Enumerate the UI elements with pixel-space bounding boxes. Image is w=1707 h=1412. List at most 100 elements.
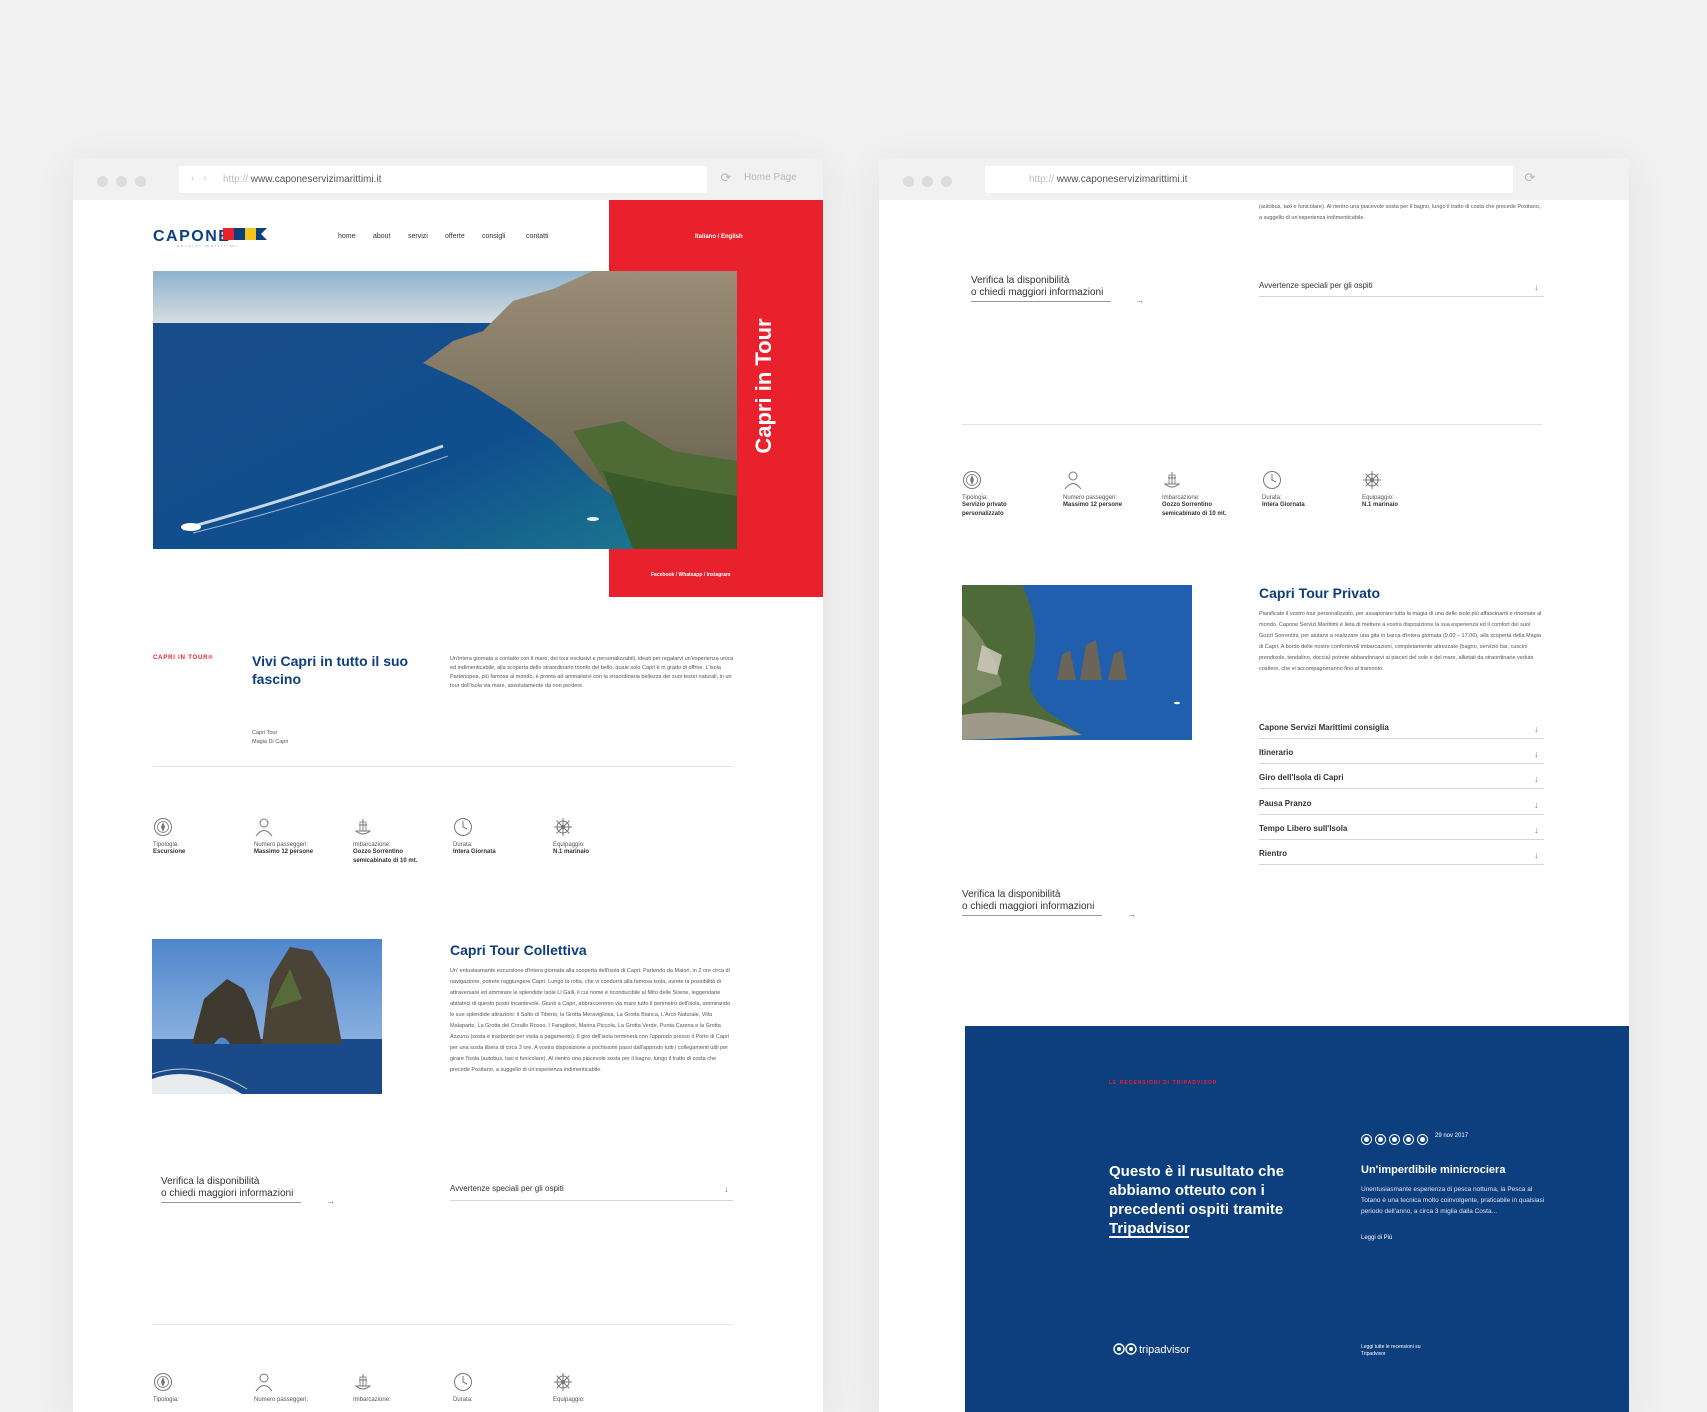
address-bar[interactable]: http:// www.caponeservizimarittimi.it: [985, 166, 1513, 193]
language-switch[interactable]: Italiano / English: [695, 234, 743, 240]
info-passeggeri-2: Numero passeggeri:: [254, 1372, 344, 1403]
arrow-right-icon[interactable]: →: [1127, 909, 1136, 919]
review-title: Un'imperdibile minicrociera: [1361, 1164, 1506, 1176]
minimize-dot[interactable]: [922, 176, 933, 187]
divider: [153, 766, 733, 767]
rating-dot-icon: [1417, 1134, 1428, 1145]
menu-consigli[interactable]: consigli: [482, 233, 505, 240]
divider: [1259, 296, 1544, 297]
accordion-item-rientro[interactable]: Rientro: [1259, 849, 1287, 858]
read-more-link[interactable]: Leggi di Più: [1361, 1235, 1392, 1241]
verify-link[interactable]: Verifica la disponibilità o chiedi maggi…: [161, 1176, 293, 1200]
menu-servizi[interactable]: servizi: [408, 233, 428, 240]
chevron-down-icon[interactable]: ↓: [724, 1184, 729, 1194]
flag-icon: [256, 228, 267, 240]
accordion-item-giro[interactable]: Giro dell'Isola di Capri: [1259, 773, 1344, 782]
address-bar[interactable]: ‹ › http:// www.caponeservizimarittimi.i…: [179, 166, 707, 193]
accordion-item-itinerario[interactable]: Itinerario: [1259, 748, 1293, 757]
close-dot[interactable]: [903, 176, 914, 187]
info-equipaggio: Equipaggio: N.1 marinaio: [1362, 470, 1452, 510]
arrow-right-icon[interactable]: →: [326, 1196, 335, 1206]
maximize-dot[interactable]: [135, 176, 146, 187]
menu-about[interactable]: about: [373, 233, 391, 240]
verify-link-2[interactable]: Verifica la disponibilità o chiedi maggi…: [962, 889, 1094, 913]
compass-icon: [963, 471, 981, 489]
helm-icon: [1363, 471, 1381, 489]
info-label: Numero passeggeri:: [254, 1397, 309, 1403]
flag-icon: [234, 228, 245, 240]
compass-icon: [154, 818, 172, 836]
divider: [450, 1200, 733, 1201]
accordion-item-tempo-libero[interactable]: Tempo Libero sull'Isola: [1259, 824, 1347, 833]
rating-stars: [1361, 1132, 1431, 1150]
all-reviews-link[interactable]: Leggi tutte le recensioni su Tripadvisor: [1361, 1344, 1441, 1358]
reviews-section: LE RECENSIONI DI TRIPADVISOR Questo è il…: [965, 1026, 1629, 1412]
chevron-down-icon[interactable]: ↓: [1534, 774, 1539, 784]
info-durata: Durata: Intera Giornata: [1262, 470, 1352, 510]
info-label: Imbarcazione:: [353, 1397, 391, 1403]
info-label: Tipologia:: [153, 1397, 179, 1403]
tripadvisor-logo[interactable]: tripadvisor: [1139, 1344, 1190, 1356]
person-icon: [255, 1373, 273, 1392]
intro-sub-1: Capri Tour: [252, 730, 278, 736]
menu-contatti[interactable]: contatti: [526, 233, 549, 240]
chevron-down-icon[interactable]: ↓: [1534, 749, 1539, 759]
tab-label[interactable]: Home Page: [744, 172, 797, 183]
info-value: Massimo 12 persone: [1063, 502, 1123, 508]
info-value: Intera Giornata: [1262, 502, 1305, 508]
collettiva-title: Capri Tour Collettiva: [450, 942, 587, 958]
info-value: N.1 marinaio: [553, 849, 590, 855]
avvertenze-label[interactable]: Avvertenze speciali per gli ospiti: [450, 1184, 564, 1193]
reload-icon[interactable]: ⟳: [1523, 171, 1537, 185]
info-value: Gozzo Sorrentino semicabinato di 10 mt.: [1162, 502, 1227, 517]
url: http:// www.caponeservizimarittimi.it: [1029, 174, 1188, 185]
verify-line-1: Verifica la disponibilità: [161, 1176, 260, 1187]
page-content: (autobus, taxi e funicolare). Al rientro…: [879, 200, 1629, 1412]
rating-dot-icon: [1375, 1134, 1386, 1145]
boat-icon: [1163, 472, 1181, 488]
intro-text: Un'intera giornata a contatto con il mar…: [450, 656, 734, 689]
clock-icon: [1263, 471, 1281, 489]
boat-icon: [354, 1374, 372, 1390]
arrow-right-icon[interactable]: →: [1135, 295, 1144, 305]
accordion-item-consiglia[interactable]: Capone Servizi Marittimi consiglia: [1259, 723, 1389, 732]
verify-line-2: o chiedi maggiori informazioni: [962, 901, 1095, 912]
hero-title: Capri in Tour: [751, 318, 776, 454]
nav-arrows-icon[interactable]: ‹ ›: [191, 173, 209, 184]
review-text: Unentusiasmante esperienza di pesca nott…: [1361, 1186, 1545, 1215]
info-tipologia-2: Tipologia:: [153, 1372, 243, 1403]
verify-line-1: Verifica la disponibilità: [962, 889, 1061, 900]
menu-offerte[interactable]: offerte: [445, 233, 465, 240]
reviews-kicker: LE RECENSIONI DI TRIPADVISOR: [1109, 1080, 1218, 1086]
info-durata-2: Durata:: [453, 1372, 543, 1403]
verify-link[interactable]: Verifica la disponibilità o chiedi maggi…: [971, 275, 1103, 299]
verify-underline: [971, 301, 1111, 302]
window-controls: [903, 174, 960, 192]
browser-chrome: ‹ › http:// www.caponeservizimarittimi.i…: [73, 158, 823, 200]
capri-coast-photo: [962, 585, 1192, 740]
chevron-down-icon[interactable]: ↓: [1534, 850, 1539, 860]
divider: [1259, 839, 1544, 840]
avvertenze-label[interactable]: Avvertenze speciali per gli ospiti: [1259, 281, 1373, 290]
page-content: CAPONE servizi marittimi home about serv…: [73, 200, 823, 1412]
menu-home[interactable]: home: [338, 233, 356, 240]
info-tipologia: Tipologia: Escursione: [153, 817, 243, 857]
info-value: Massimo 12 persone: [254, 849, 314, 855]
rating-dot-icon: [1389, 1134, 1400, 1145]
info-label: Durata:: [453, 1397, 473, 1403]
clock-icon: [454, 818, 472, 836]
accordion-item-pranzo[interactable]: Pausa Pranzo: [1259, 799, 1311, 808]
chevron-down-icon[interactable]: ↓: [1534, 825, 1539, 835]
browser-chrome: http:// www.caponeservizimarittimi.it ⟳: [879, 158, 1629, 200]
verify-line-2: o chiedi maggiori informazioni: [971, 287, 1104, 298]
chevron-down-icon[interactable]: ↓: [1534, 800, 1539, 810]
reload-icon[interactable]: ⟳: [719, 171, 733, 185]
close-dot[interactable]: [97, 176, 108, 187]
chevron-down-icon[interactable]: ↓: [1534, 724, 1539, 734]
verify-line-1: Verifica la disponibilità: [971, 275, 1070, 286]
chevron-down-icon[interactable]: ↓: [1534, 282, 1539, 292]
minimize-dot[interactable]: [116, 176, 127, 187]
maximize-dot[interactable]: [941, 176, 952, 187]
info-label: Equipaggio:: [553, 1397, 585, 1403]
social-links[interactable]: Facebook / Whatsapp / Instagram: [651, 572, 730, 578]
